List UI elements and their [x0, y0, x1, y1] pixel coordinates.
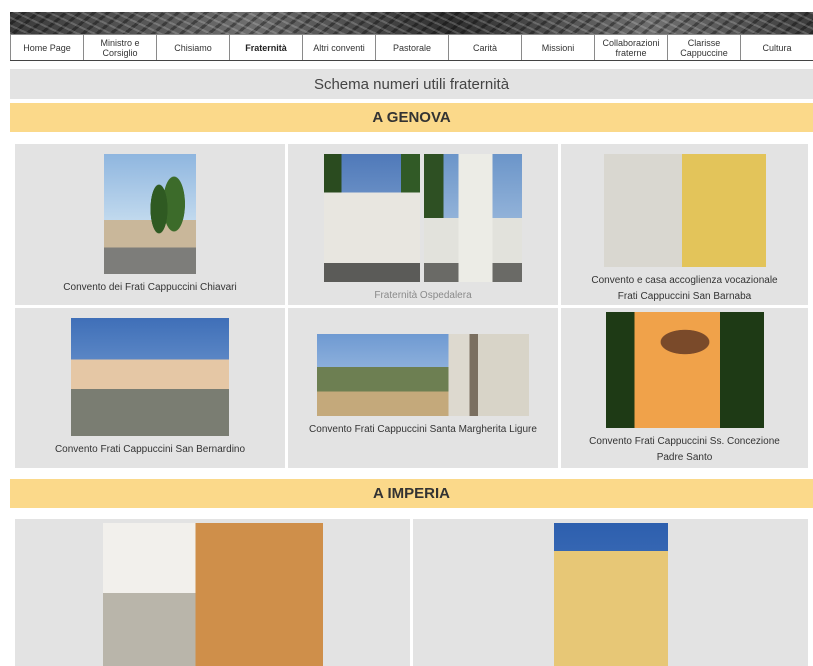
main-nav: Home Page Ministro e Corsiglio Chisiamo … [10, 34, 813, 61]
nav-cultura[interactable]: Cultura [740, 35, 813, 60]
genova-grid: Convento dei Frati Cappuccini Chiavari F… [10, 139, 813, 473]
nav-pastorale[interactable]: Pastorale [375, 35, 448, 60]
nav-carita[interactable]: Carità [448, 35, 521, 60]
card-santa-margherita[interactable]: Convento Frati Cappuccini Santa Margheri… [288, 307, 558, 468]
photo-ss-concezione[interactable] [605, 311, 764, 428]
caption-chiavari: Convento dei Frati Cappuccini Chiavari [63, 282, 237, 293]
photo-imperia-1[interactable] [102, 523, 323, 666]
card-ss-concezione[interactable]: Convento Frati Cappuccini Ss. Concezione… [561, 307, 808, 468]
photo-ospedalera-1[interactable] [324, 154, 420, 282]
caption-san-barnaba-line2: Frati Cappuccini San Barnaba [617, 290, 752, 302]
nav-collaborazioni[interactable]: Collaborazioni fraterne [594, 35, 667, 60]
photo-san-barnaba[interactable] [603, 154, 766, 267]
card-san-bernardino[interactable]: Convento Frati Cappuccini San Bernardino [15, 307, 285, 468]
imperia-grid [10, 514, 813, 666]
photo-chiavari[interactable] [104, 154, 196, 274]
caption-ss-concezione: Convento Frati Cappuccini Ss. Concezione… [589, 434, 780, 466]
caption-san-bernardino: Convento Frati Cappuccini San Bernardino [54, 443, 246, 455]
photo-group-ospedalera [324, 154, 522, 282]
caption-san-barnaba: Convento e casa accoglienza vocazionale … [591, 273, 777, 305]
section-title-imperia: A IMPERIA [10, 479, 813, 508]
caption-ss-concezione-line1: Convento Frati Cappuccini Ss. Concezione [589, 435, 780, 447]
caption-san-barnaba-line1: Convento e casa accoglienza vocazionale [591, 274, 778, 286]
nav-missioni[interactable]: Missioni [521, 35, 594, 60]
photo-san-bernardino[interactable] [71, 317, 229, 436]
photo-ospedalera-2[interactable] [424, 154, 522, 282]
nav-clarisse[interactable]: Clarisse Cappuccine [667, 35, 740, 60]
card-imperia-1[interactable] [15, 519, 410, 666]
nav-chisiamo[interactable]: Chisiamo [156, 35, 229, 60]
card-ospedalera[interactable]: Fraternità Ospedalera [288, 144, 558, 305]
nav-ministro[interactable]: Ministro e Corsiglio [83, 35, 156, 60]
section-title-genova: A GENOVA [10, 103, 813, 132]
card-imperia-2[interactable] [413, 519, 808, 666]
header-banner [10, 12, 813, 34]
nav-home[interactable]: Home Page [10, 35, 83, 60]
page-title: Schema numeri utili fraternità [10, 69, 813, 99]
caption-ss-concezione-line2: Padre Santo [656, 451, 713, 463]
nav-fraternita[interactable]: Fraternità [229, 35, 302, 60]
card-chiavari[interactable]: Convento dei Frati Cappuccini Chiavari [15, 144, 285, 305]
caption-santa-margherita: Convento Frati Cappuccini Santa Margheri… [309, 423, 537, 435]
photo-santa-margherita[interactable] [317, 333, 529, 416]
nav-altri-conventi[interactable]: Altri conventi [302, 35, 375, 60]
card-san-barnaba[interactable]: Convento e casa accoglienza vocazionale … [561, 144, 808, 305]
caption-ospedalera: Fraternità Ospedalera [374, 290, 472, 301]
photo-imperia-2[interactable] [553, 523, 668, 666]
